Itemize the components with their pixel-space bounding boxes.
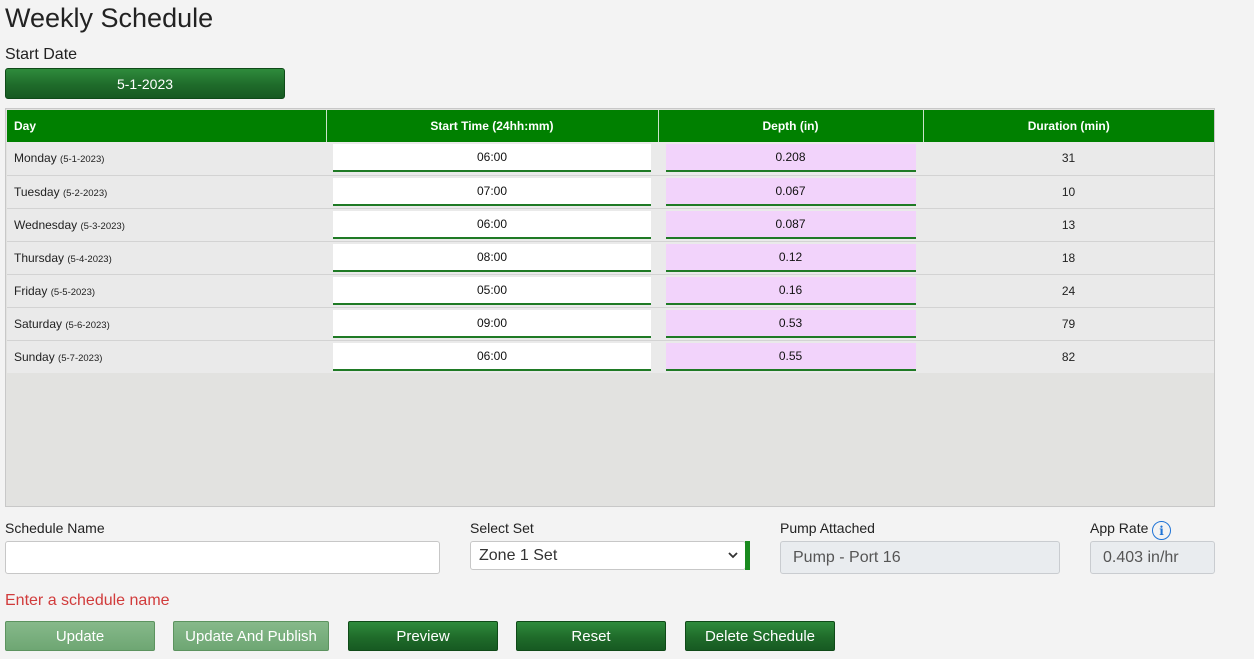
duration-cell: 13 xyxy=(923,208,1214,242)
schedule-name-label: Schedule Name xyxy=(5,520,105,536)
day-name: Wednesday xyxy=(14,217,78,232)
header-day: Day xyxy=(7,110,327,142)
depth-input[interactable]: 0.55 xyxy=(665,342,916,371)
select-set-label: Select Set xyxy=(470,520,534,536)
table-row: Tuesday (5-2-2023) 07:00 0.067 10 xyxy=(7,175,1214,209)
start-time-input[interactable]: 06:00 xyxy=(333,144,651,173)
depth-input[interactable]: 0.208 xyxy=(665,144,916,173)
duration-cell: 31 xyxy=(923,142,1214,176)
depth-input[interactable]: 0.12 xyxy=(665,243,916,272)
select-accent-bar xyxy=(745,541,750,570)
page-title: Weekly Schedule xyxy=(5,3,214,33)
day-date: (5-7-2023) xyxy=(58,352,103,364)
duration-cell: 18 xyxy=(923,241,1214,275)
app-rate-label: App Rate xyxy=(1090,520,1149,536)
day-cell: Friday (5-5-2023) xyxy=(7,274,326,308)
depth-input[interactable]: 0.16 xyxy=(665,276,916,305)
day-name: Friday xyxy=(14,283,48,298)
select-set-dropdown[interactable]: Zone 1 Set xyxy=(470,541,746,570)
day-cell: Thursday (5-4-2023) xyxy=(7,241,326,275)
reset-button[interactable]: Reset xyxy=(516,621,666,651)
duration-cell: 79 xyxy=(923,307,1214,341)
table-row: Saturday (5-6-2023) 09:00 0.53 79 xyxy=(7,307,1214,341)
day-name: Tuesday xyxy=(14,184,60,199)
schedule-table: Day Start Time (24hh:mm) Depth (in) Dura… xyxy=(7,110,1214,373)
header-start-time: Start Time (24hh:mm) xyxy=(326,110,659,142)
header-depth: Depth (in) xyxy=(658,110,924,142)
table-row: Friday (5-5-2023) 05:00 0.16 24 xyxy=(7,274,1214,308)
day-date: (5-5-2023) xyxy=(50,286,96,298)
day-date: (5-4-2023) xyxy=(67,253,112,265)
start-time-input[interactable]: 05:00 xyxy=(333,276,651,305)
day-name: Saturday xyxy=(14,316,63,331)
duration-cell: 10 xyxy=(923,175,1214,209)
day-name: Thursday xyxy=(14,250,65,265)
table-header-row: Day Start Time (24hh:mm) Depth (in) Dura… xyxy=(7,110,1214,142)
day-name: Monday xyxy=(14,151,57,166)
depth-input[interactable]: 0.067 xyxy=(665,177,916,206)
start-time-input[interactable]: 06:00 xyxy=(333,342,651,371)
update-button[interactable]: Update xyxy=(5,621,155,651)
duration-cell: 82 xyxy=(923,340,1214,373)
schedule-table-container: Day Start Time (24hh:mm) Depth (in) Dura… xyxy=(5,108,1215,507)
pump-attached-label: Pump Attached xyxy=(780,520,875,536)
day-cell: Sunday (5-7-2023) xyxy=(7,340,326,373)
start-time-input[interactable]: 09:00 xyxy=(333,309,651,338)
start-date-button[interactable]: 5-1-2023 xyxy=(5,68,285,99)
start-time-input[interactable]: 07:00 xyxy=(333,177,651,206)
day-cell: Saturday (5-6-2023) xyxy=(7,307,326,341)
app-rate-field: 0.403 in/hr xyxy=(1090,541,1215,574)
error-message: Enter a schedule name xyxy=(5,592,170,609)
depth-input[interactable]: 0.087 xyxy=(665,210,916,239)
day-date: (5-6-2023) xyxy=(65,319,110,331)
duration-cell: 24 xyxy=(923,274,1214,308)
delete-schedule-button[interactable]: Delete Schedule xyxy=(685,621,835,651)
table-row: Monday (5-1-2023) 06:00 0.208 31 xyxy=(7,142,1214,176)
table-row: Wednesday (5-3-2023) 06:00 0.087 13 xyxy=(7,208,1214,242)
chevron-down-icon xyxy=(728,552,738,559)
day-date: (5-2-2023) xyxy=(62,187,108,199)
info-icon[interactable]: i xyxy=(1152,521,1171,540)
table-row: Sunday (5-7-2023) 06:00 0.55 82 xyxy=(7,340,1214,373)
start-date-label: Start Date xyxy=(5,46,78,63)
day-date: (5-1-2023) xyxy=(60,154,105,166)
select-set-value: Zone 1 Set xyxy=(479,546,558,564)
depth-input[interactable]: 0.53 xyxy=(665,309,916,338)
day-cell: Wednesday (5-3-2023) xyxy=(7,208,326,242)
schedule-name-input[interactable] xyxy=(5,541,440,574)
pump-attached-field: Pump - Port 16 xyxy=(780,541,1060,574)
day-name: Sunday xyxy=(14,349,55,364)
table-row: Thursday (5-4-2023) 08:00 0.12 18 xyxy=(7,241,1214,275)
header-duration: Duration (min) xyxy=(923,110,1214,142)
start-time-input[interactable]: 08:00 xyxy=(333,243,651,272)
preview-button[interactable]: Preview xyxy=(348,621,498,651)
day-cell: Tuesday (5-2-2023) xyxy=(7,175,326,209)
day-date: (5-3-2023) xyxy=(80,220,125,232)
start-time-input[interactable]: 06:00 xyxy=(333,210,651,239)
day-cell: Monday (5-1-2023) xyxy=(7,142,326,176)
update-and-publish-button[interactable]: Update And Publish xyxy=(173,621,329,651)
